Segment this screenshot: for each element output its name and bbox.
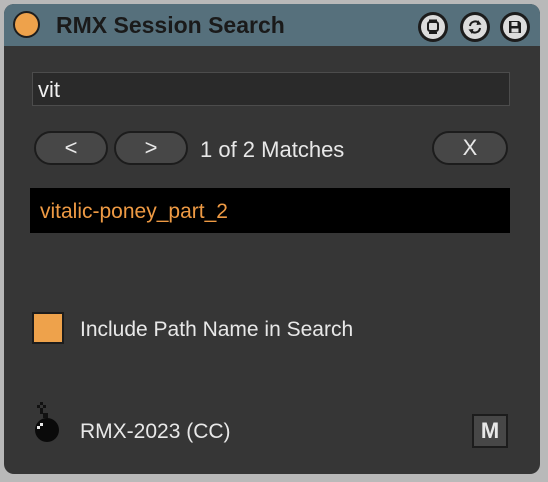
bomb-icon — [32, 402, 64, 444]
prev-match-button[interactable]: < — [34, 131, 108, 165]
save-icon[interactable] — [500, 12, 530, 42]
refresh-icon[interactable] — [460, 12, 490, 42]
clear-search-button[interactable]: X — [432, 131, 508, 165]
device-power-icon[interactable] — [13, 11, 40, 38]
next-match-button[interactable]: > — [114, 131, 188, 165]
include-path-label: Include Path Name in Search — [80, 318, 354, 341]
results-list: vitalic-poney_part_2 — [30, 188, 510, 233]
include-path-checkbox[interactable] — [32, 312, 64, 344]
match-count: 1 of 2 Matches — [200, 137, 345, 162]
search-input[interactable] — [32, 72, 510, 106]
device-title: RMX Session Search — [56, 12, 285, 38]
title-bar: RMX Session Search — [4, 4, 540, 46]
brand-label: RMX-2023 (CC) — [80, 420, 231, 443]
window-icon[interactable] — [418, 12, 448, 42]
result-item[interactable]: vitalic-poney_part_2 — [40, 200, 228, 224]
m-button[interactable]: M — [472, 414, 508, 448]
device-panel: RMX Session Search vit < > 1 of 2 Matche… — [4, 4, 540, 474]
